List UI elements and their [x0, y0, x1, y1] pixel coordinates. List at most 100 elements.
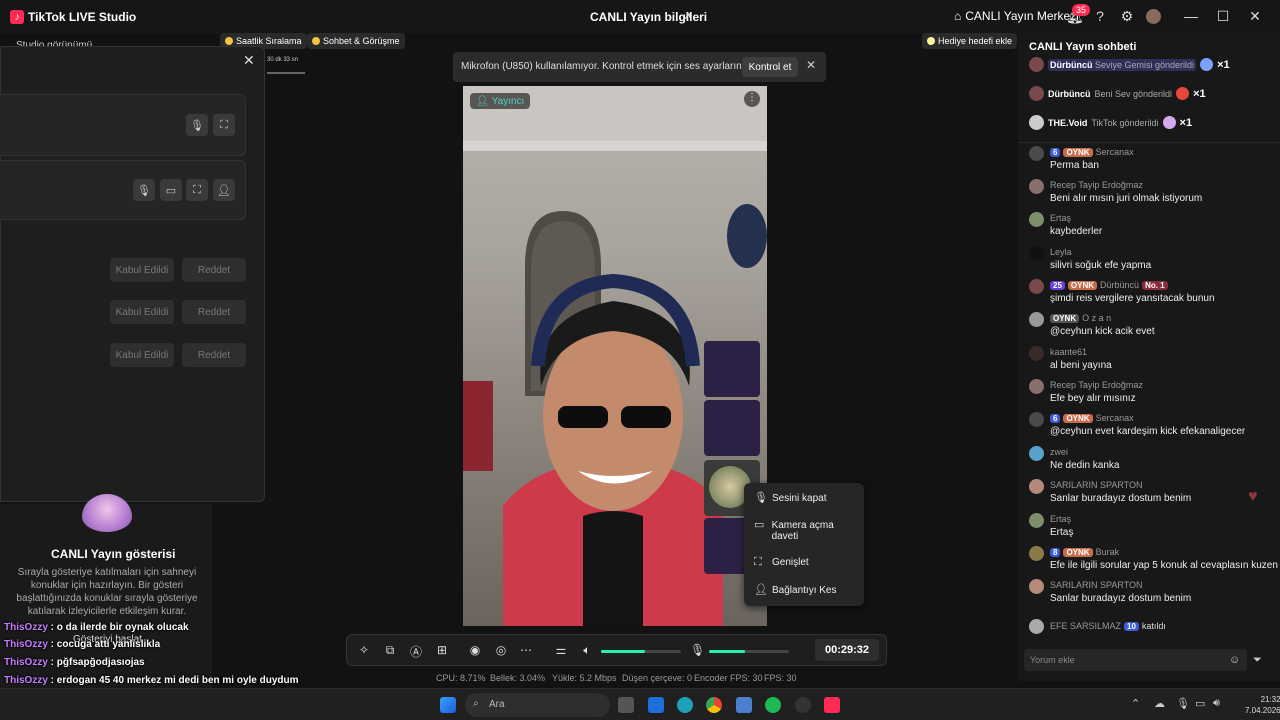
chat-user: Leyla: [1050, 247, 1072, 257]
camera-switch-icon[interactable]: ◎: [494, 643, 508, 657]
app-icon[interactable]: [736, 697, 752, 713]
task-view-icon[interactable]: [618, 697, 634, 713]
showcase-description: Sırayla gösteriye katılmaları için sahne…: [16, 567, 198, 617]
guest-context-menu: 🎙︎ Sesini kapat ▭ Kamera açma daveti ⛶ Geni…: [744, 483, 864, 606]
mute-menu-item[interactable]: 🎙︎ Sesini kapat: [754, 493, 860, 505]
expand-icon[interactable]: ⛶: [213, 114, 235, 136]
close-icon[interactable]: ✕: [1247, 8, 1263, 25]
user-icon[interactable]: 👤︎: [213, 179, 235, 201]
speaker-volume-slider[interactable]: [601, 650, 681, 653]
camera-invite-menu-item[interactable]: ▭ Kamera açma daveti: [754, 520, 860, 543]
reject-button[interactable]: Reddet: [182, 258, 246, 282]
chat-talk-pill[interactable]: Sohbet & Görüşme: [307, 33, 405, 49]
countdown-bar: [267, 72, 305, 74]
volume-icon[interactable]: 🔊︎: [1213, 697, 1220, 710]
gear-icon[interactable]: ⚙: [1119, 8, 1135, 24]
tiktok-studio-icon[interactable]: [824, 697, 840, 713]
accepted-button[interactable]: Kabul Edildi: [110, 258, 174, 282]
level-badge: 10: [1124, 621, 1139, 631]
more-icon[interactable]: ⋮: [744, 91, 760, 107]
ai-icon[interactable]: Ⓐ: [409, 643, 423, 660]
overlay-chat-line: ThisOzzy : erdogan 45 40 merkez mi dedi …: [4, 675, 299, 686]
check-button[interactable]: Kontrol et: [742, 57, 798, 77]
bulb-icon: [927, 37, 935, 45]
live-hub-button[interactable]: ⌂ CANLI Yayın Merkezi: [954, 9, 1079, 23]
guest-slot: [0, 160, 246, 220]
mic-volume-slider[interactable]: [709, 650, 789, 653]
chat-user: Burak: [1095, 547, 1120, 557]
record-icon[interactable]: ◉: [468, 643, 482, 657]
fan-badge: OYNK: [1063, 413, 1093, 423]
cloud-icon[interactable]: ☁: [1154, 697, 1165, 710]
chat-text: al beni yayına: [1050, 360, 1112, 371]
chat-talk-label: Sohbet & Görüşme: [323, 36, 400, 46]
windows-start-icon[interactable]: [440, 697, 456, 713]
mic-icon[interactable]: 🎙︎: [690, 643, 705, 657]
accepted-button[interactable]: Kabul Edildi: [110, 343, 174, 367]
camera-off-icon[interactable]: ▭: [160, 179, 182, 201]
avatar[interactable]: [1146, 9, 1161, 24]
showcase-title: CANLI Yayın gösterisi: [51, 547, 176, 561]
reject-button[interactable]: Reddet: [182, 300, 246, 324]
gift-text: Beni Sev gönderildi: [1094, 88, 1173, 99]
spotify-icon[interactable]: [765, 697, 781, 713]
chat-text: şimdi reis vergilere yansıtacak bunun: [1050, 293, 1215, 304]
title-bar: ♪ TikTok LIVE Studio CANLI Yayın bilgile…: [0, 0, 1280, 34]
guest-tile[interactable]: [704, 341, 760, 397]
mic-volume-fill: [709, 650, 745, 653]
chat-text: kaybederler: [1050, 226, 1103, 237]
filter-icon[interactable]: ⏷: [1253, 654, 1262, 667]
accepted-button[interactable]: Kabul Edildi: [110, 300, 174, 324]
mic-icon[interactable]: 🎙︎: [133, 179, 155, 201]
gift-goal-pill[interactable]: Hediye hedefi ekle: [922, 33, 1018, 49]
chat-user: SARILARIN SPARTON: [1050, 580, 1143, 590]
disconnect-menu-item[interactable]: 👤︎ Bağlantıyı Kes: [754, 585, 860, 597]
add-source-icon[interactable]: ⊞: [435, 643, 449, 657]
avatar: [1029, 246, 1044, 261]
gift-notice: THE.Void TikTok gönderildi ×1: [1029, 115, 1192, 130]
outlook-icon[interactable]: [648, 697, 664, 713]
edge-icon[interactable]: [677, 697, 693, 713]
gift-count: ×1: [1193, 87, 1206, 100]
comment-input[interactable]: Yorum ekle: [1024, 649, 1247, 671]
more-icon[interactable]: ⋯: [519, 643, 533, 657]
taskbar-clock[interactable]: 21:32 7.04.2026: [1245, 694, 1280, 716]
share-icon[interactable]: ↗: [681, 9, 692, 25]
mute-label: Sesini kapat: [772, 493, 827, 504]
fan-badge: OYNK: [1063, 147, 1093, 157]
magic-wand-icon[interactable]: ✧: [357, 643, 371, 657]
speaker-icon[interactable]: 🔈︎: [580, 643, 594, 658]
chat-text: o da ilerde bir oynak olucak: [56, 622, 189, 633]
close-icon[interactable]: ✕: [806, 58, 816, 72]
chat-text: Efe ile ilgili sorular yap 5 konuk al ce…: [1050, 560, 1278, 571]
close-icon[interactable]: ✕: [243, 52, 255, 69]
mic-icon[interactable]: 🎙︎: [1176, 697, 1190, 710]
expand-menu-item[interactable]: ⛶ Genişlet: [754, 557, 860, 569]
maximize-icon[interactable]: ☐: [1215, 8, 1231, 25]
chat-text: cocuga atti yanlislikla: [56, 639, 161, 650]
level-badge: 6: [1050, 413, 1061, 423]
chrome-icon[interactable]: [706, 697, 722, 713]
settings-sliders-icon[interactable]: ⚌: [554, 643, 568, 657]
dropped-frames-stat: Düşen çerçeve: 0: [622, 673, 693, 683]
chat-user: Sercanax: [1095, 147, 1134, 157]
guest-tile[interactable]: [704, 400, 760, 456]
avatar: [1029, 446, 1044, 461]
minimize-icon[interactable]: —: [1183, 8, 1199, 24]
chat-user: Recep Tayip Erdoğmaz: [1050, 180, 1143, 190]
mic-icon[interactable]: 🎙︎: [186, 114, 208, 136]
fps-stat: FPS: 30: [764, 673, 797, 683]
obs-icon[interactable]: [795, 697, 811, 713]
avatar: [1029, 212, 1044, 227]
monitor-icon[interactable]: ▭: [1195, 697, 1205, 710]
effects-icon[interactable]: ⧉: [383, 643, 397, 658]
chat-user: ThisOzzy: [4, 657, 48, 668]
help-icon[interactable]: ?: [1092, 8, 1108, 24]
reject-button[interactable]: Reddet: [182, 343, 246, 367]
taskbar-search[interactable]: Ara: [465, 693, 610, 717]
chat-user: zwei: [1050, 447, 1069, 457]
avatar: [1029, 279, 1044, 294]
expand-icon[interactable]: ⛶: [186, 179, 208, 201]
chevron-up-icon[interactable]: ⌃: [1131, 697, 1140, 710]
emoji-icon[interactable]: ☺: [1229, 654, 1240, 666]
